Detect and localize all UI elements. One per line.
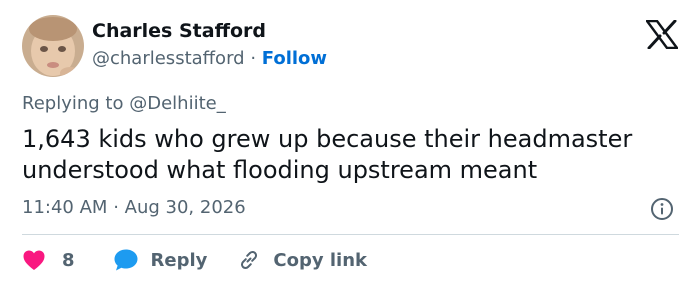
link-icon: [237, 248, 261, 272]
divider: [22, 234, 679, 235]
action-bar: 8 Reply Copy link: [22, 246, 367, 274]
author-meta: @charlesstafford · Follow: [92, 48, 327, 69]
like-count: 8: [62, 249, 75, 271]
reply-context-mention[interactable]: @Delhiite_: [129, 93, 225, 114]
author-handle[interactable]: @charlesstafford: [92, 48, 245, 69]
info-icon[interactable]: [650, 197, 674, 221]
meta-separator: ·: [250, 48, 257, 69]
avatar[interactable]: [22, 15, 84, 77]
reply-context: Replying to @Delhiite_: [22, 93, 226, 114]
copy-link-button[interactable]: Copy link: [237, 248, 367, 272]
reply-label: Reply: [150, 249, 208, 271]
copy-link-label: Copy link: [273, 249, 367, 271]
timestamp-separator: ·: [113, 197, 119, 218]
x-logo-icon[interactable]: [645, 19, 679, 50]
reply-context-prefix: Replying to: [22, 93, 124, 114]
author-name[interactable]: Charles Stafford: [92, 20, 266, 42]
tweet-text: 1,643 kids who grew up because their hea…: [22, 125, 633, 184]
heart-icon: [22, 249, 46, 271]
like-button[interactable]: 8: [22, 249, 75, 271]
tweet-date: Aug 30, 2026: [124, 197, 246, 218]
speech-bubble-icon: [113, 248, 139, 272]
tweet-time: 11:40 AM: [22, 197, 108, 218]
reply-button[interactable]: Reply: [113, 248, 208, 272]
tweet-timestamp[interactable]: 11:40 AM · Aug 30, 2026: [22, 197, 246, 218]
follow-button[interactable]: Follow: [262, 48, 327, 69]
avatar-image: [22, 15, 84, 77]
